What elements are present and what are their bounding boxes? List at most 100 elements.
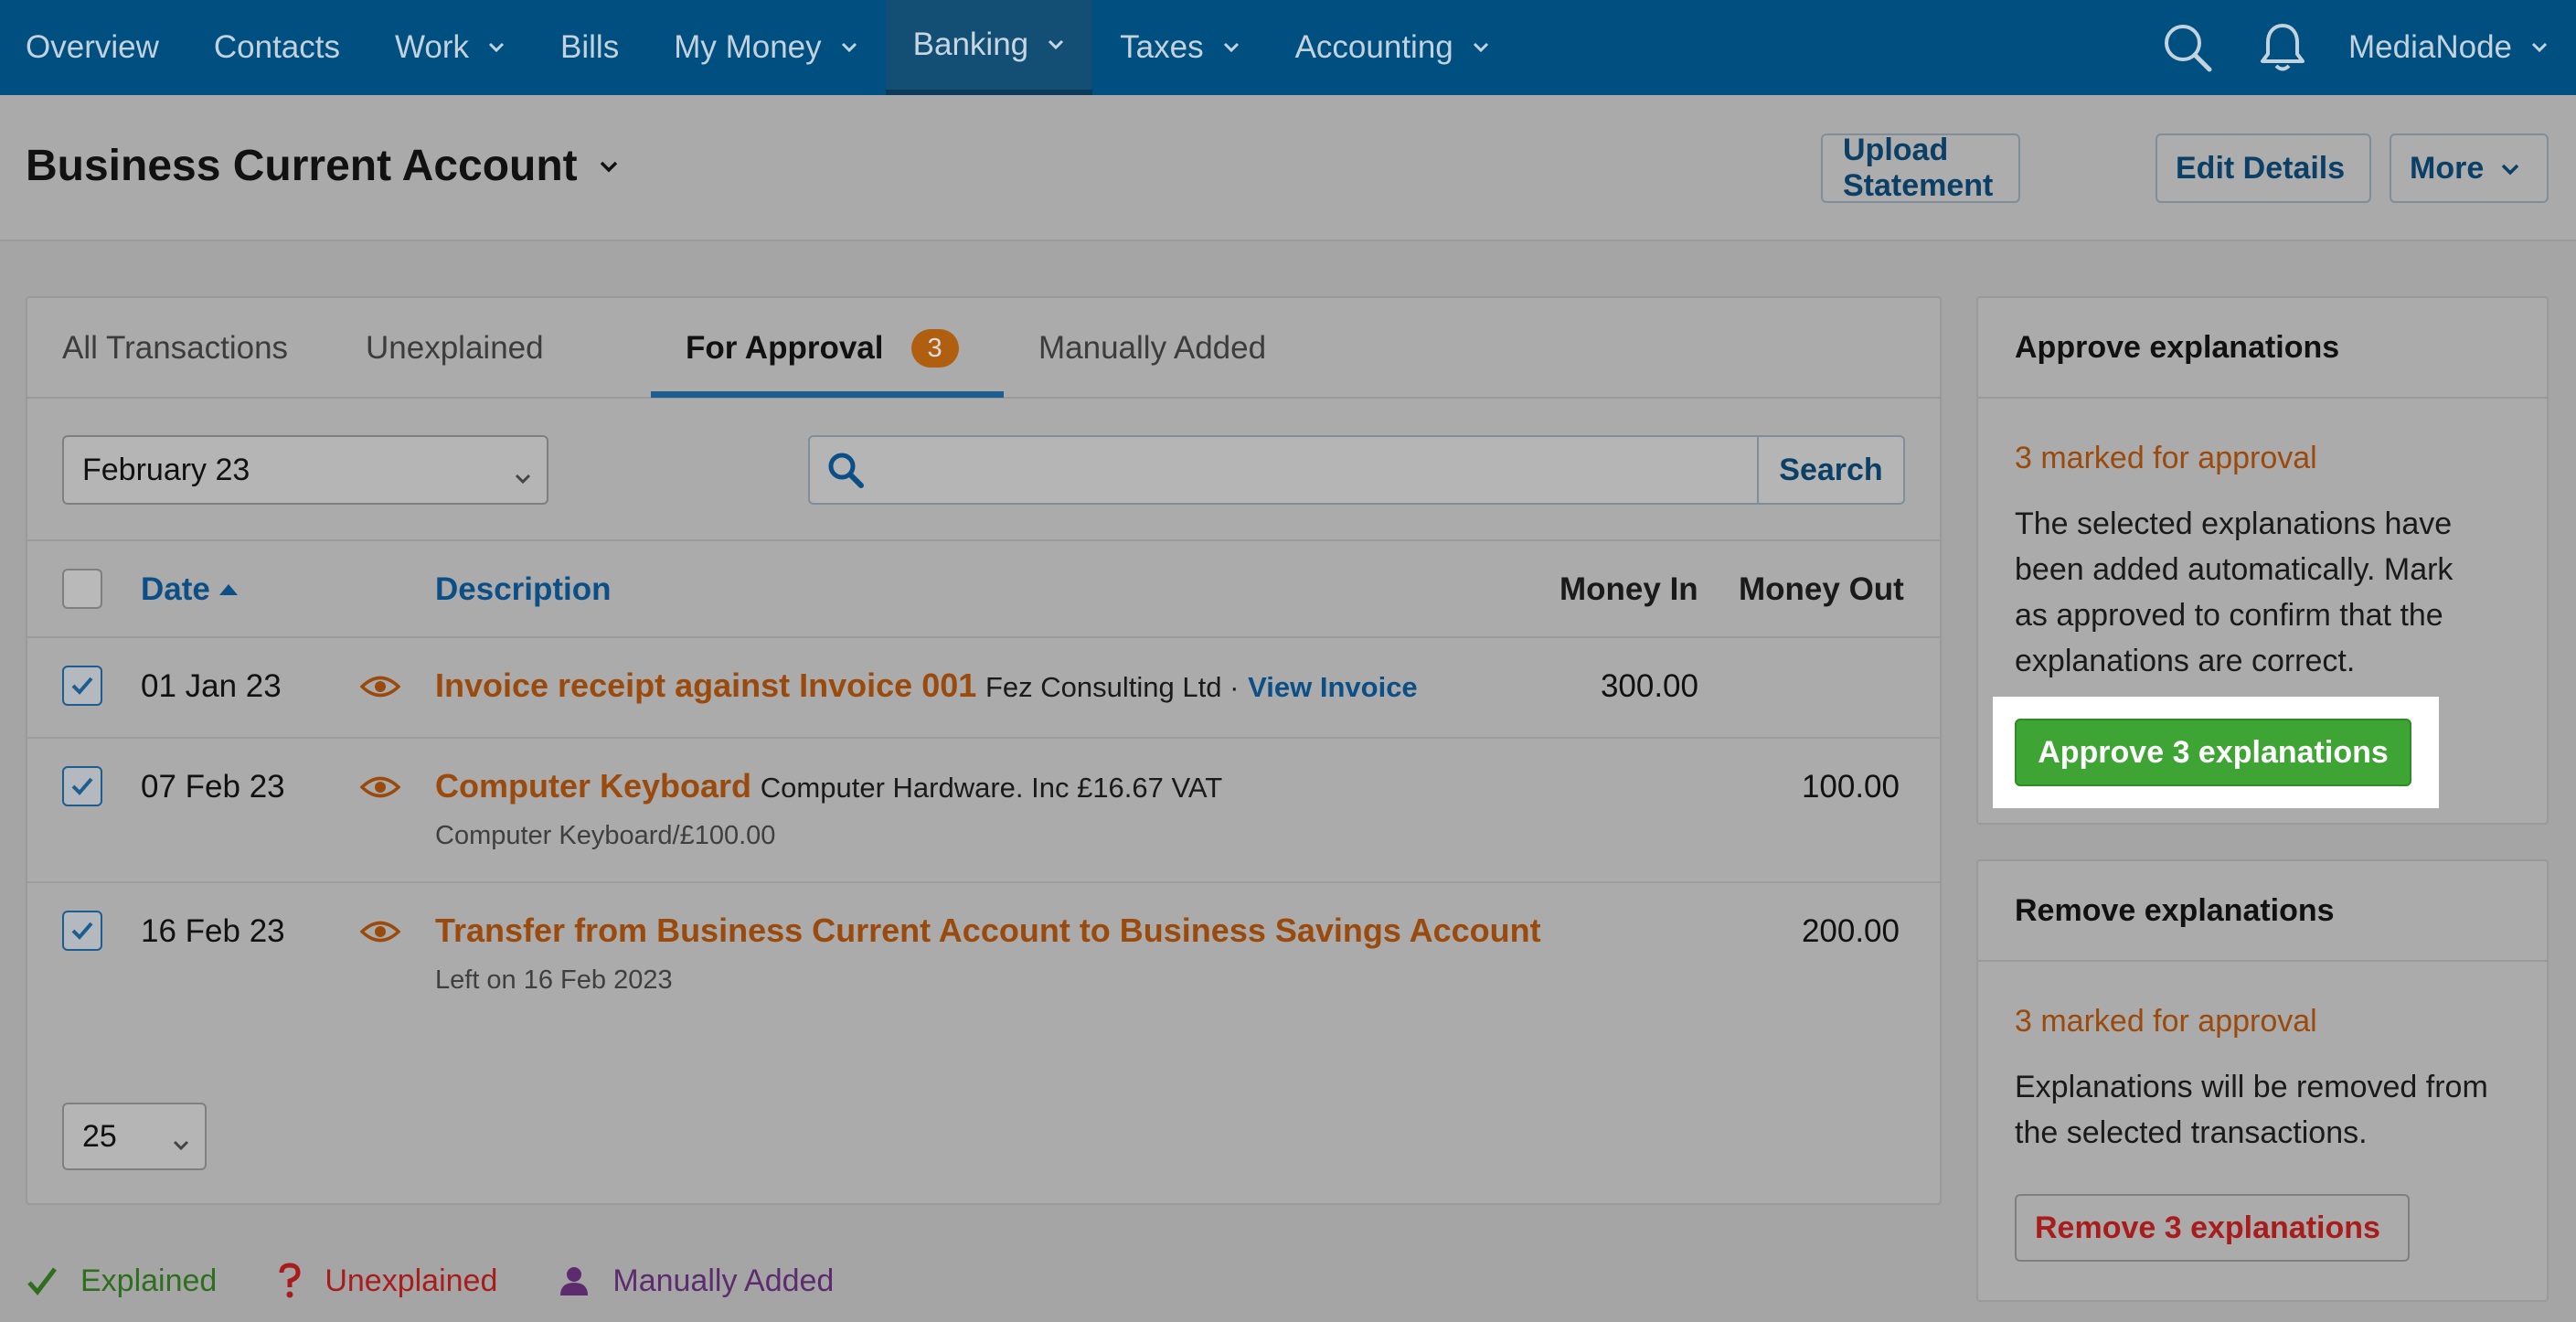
row-checkbox[interactable] bbox=[62, 766, 102, 806]
transactions-card: All Transactions Unexplained For Approva… bbox=[26, 296, 1942, 1205]
button-label: More bbox=[2410, 150, 2485, 186]
text-line: the selected transactions. bbox=[2015, 1115, 2368, 1150]
nav-bills[interactable]: Bills bbox=[533, 0, 646, 95]
search-box: Search bbox=[808, 435, 1905, 505]
approval-count-text: 3 marked for approval bbox=[2015, 441, 2317, 475]
eye-icon[interactable] bbox=[360, 673, 400, 700]
tab-unexplained[interactable]: Unexplained bbox=[366, 298, 544, 399]
column-label: Money In bbox=[1559, 571, 1698, 607]
money-in-value: 300.00 bbox=[1600, 668, 1698, 704]
chevron-down-icon bbox=[1047, 36, 1065, 54]
account-switcher[interactable]: Business Current Account bbox=[26, 141, 620, 191]
month-select[interactable]: February 23 bbox=[62, 435, 548, 505]
transaction-title-link[interactable]: Invoice receipt against Invoice 001 bbox=[435, 666, 976, 704]
transaction-meta: Computer Hardware. Inc £16.67 VAT bbox=[760, 772, 1223, 804]
row-description: Computer Keyboard Computer Hardware. Inc… bbox=[435, 767, 1222, 805]
user-menu[interactable]: MediaNode bbox=[2330, 29, 2576, 66]
text-line: been added automatically. Mark bbox=[2015, 552, 2454, 587]
money-out-value: 100.00 bbox=[1801, 769, 1900, 805]
transaction-title-link[interactable]: Computer Keyboard bbox=[435, 767, 751, 805]
more-button[interactable]: More bbox=[2390, 133, 2549, 203]
search-input[interactable] bbox=[881, 437, 1757, 503]
table-row[interactable]: 07 Feb 23 Computer Keyboard Computer Har… bbox=[27, 739, 1940, 883]
nav-overview[interactable]: Overview bbox=[0, 0, 186, 95]
nav-my-money[interactable]: My Money bbox=[646, 0, 885, 95]
top-nav: Overview Contacts Work Bills My Money Ba… bbox=[0, 0, 2576, 95]
question-mark-icon bbox=[279, 1263, 301, 1298]
active-tab-indicator bbox=[651, 391, 1004, 398]
chevron-down-icon bbox=[2530, 38, 2549, 57]
chevron-down-icon bbox=[1222, 38, 1240, 57]
chevron-down-icon bbox=[840, 38, 858, 57]
nav-right: MediaNode bbox=[2140, 0, 2576, 95]
row-checkbox[interactable] bbox=[62, 911, 102, 951]
eye-icon[interactable] bbox=[360, 773, 400, 801]
nav-label: Taxes bbox=[1120, 29, 1204, 65]
nav-taxes[interactable]: Taxes bbox=[1092, 0, 1267, 95]
legend-explained: Explained bbox=[26, 1263, 217, 1299]
upload-statement-button[interactable]: Upload Statement bbox=[1821, 133, 2020, 203]
nav-label: Banking bbox=[912, 27, 1029, 62]
table-row[interactable]: 16 Feb 23 Transfer from Business Current… bbox=[27, 883, 1940, 1020]
transaction-subline: Left on 16 Feb 2023 bbox=[435, 965, 673, 995]
panel-title: Approve explanations bbox=[1978, 298, 2547, 399]
nav-label: Work bbox=[395, 29, 470, 65]
chevron-down-icon bbox=[1472, 38, 1490, 57]
nav-banking[interactable]: Banking bbox=[885, 0, 1093, 95]
contact-name: Fez Consulting Ltd · bbox=[985, 671, 1240, 703]
search-icon[interactable] bbox=[2140, 0, 2235, 95]
row-checkbox[interactable] bbox=[62, 666, 102, 706]
button-label: Upload Statement bbox=[1843, 133, 1994, 203]
remove-panel: Remove explanations 3 marked for approva… bbox=[1976, 859, 2549, 1302]
approval-count-text: 3 marked for approval bbox=[2015, 1004, 2317, 1039]
tab-label: All Transactions bbox=[62, 330, 289, 366]
tab-label: For Approval bbox=[686, 330, 884, 366]
search-button[interactable]: Search bbox=[1757, 437, 1903, 503]
bell-icon[interactable] bbox=[2235, 0, 2330, 95]
approve-explanations-button[interactable]: Approve 3 explanations bbox=[2015, 719, 2411, 786]
transaction-tabs: All Transactions Unexplained For Approva… bbox=[27, 298, 1940, 399]
row-description: Transfer from Business Current Account t… bbox=[435, 912, 1541, 950]
nav-label: Contacts bbox=[213, 29, 340, 65]
select-all-checkbox[interactable] bbox=[62, 569, 102, 609]
nav-work[interactable]: Work bbox=[367, 0, 533, 95]
approve-description: The selected explanations have been adde… bbox=[2015, 501, 2527, 684]
nav-accounting[interactable]: Accounting bbox=[1268, 0, 1517, 95]
transaction-title-link[interactable]: Transfer from Business Current Account t… bbox=[435, 912, 1541, 949]
legend-label: Unexplained bbox=[325, 1263, 498, 1298]
tab-all-transactions[interactable]: All Transactions bbox=[62, 298, 288, 399]
money-out-value: 200.00 bbox=[1801, 913, 1900, 949]
per-page-select[interactable]: 25 bbox=[62, 1103, 207, 1170]
count-badge: 3 bbox=[910, 329, 959, 368]
page-title: Business Current Account bbox=[26, 142, 578, 190]
page-header: Business Current Account Upload Statemen… bbox=[0, 95, 2576, 241]
tab-for-approval[interactable]: For Approval 3 bbox=[686, 298, 959, 399]
button-label: Approve 3 explanations bbox=[2038, 734, 2389, 770]
table-header: Date Description Money In Money Out bbox=[27, 539, 1940, 638]
chevron-down-icon bbox=[514, 461, 532, 485]
checkmark-icon bbox=[27, 1267, 57, 1295]
sort-description[interactable]: Description bbox=[435, 541, 612, 638]
sort-date[interactable]: Date bbox=[141, 541, 240, 638]
column-label: Date bbox=[141, 571, 210, 607]
chevron-down-icon bbox=[2500, 159, 2519, 177]
button-label: Search bbox=[1779, 452, 1883, 487]
row-description: Invoice receipt against Invoice 001 Fez … bbox=[435, 666, 1418, 705]
nav-label: My Money bbox=[674, 29, 822, 65]
column-label: Money Out bbox=[1739, 571, 1904, 607]
button-label: Remove 3 explanations bbox=[2035, 1210, 2380, 1245]
nav-label: Bills bbox=[560, 29, 620, 65]
remove-explanations-button[interactable]: Remove 3 explanations bbox=[2015, 1194, 2410, 1262]
text-line: as approved to confirm that the bbox=[2015, 598, 2443, 633]
table-row[interactable]: 01 Jan 23 Invoice receipt against Invoic… bbox=[27, 638, 1940, 739]
tab-manually-added[interactable]: Manually Added bbox=[1038, 298, 1266, 399]
eye-icon[interactable] bbox=[360, 918, 400, 945]
edit-details-button[interactable]: Edit Details bbox=[2156, 133, 2371, 203]
legend-label: Manually Added bbox=[612, 1263, 835, 1298]
transaction-subline: Computer Keyboard/£100.00 bbox=[435, 821, 776, 850]
row-date: 07 Feb 23 bbox=[141, 769, 285, 805]
nav-contacts[interactable]: Contacts bbox=[186, 0, 367, 95]
view-invoice-link[interactable]: View Invoice bbox=[1248, 671, 1418, 703]
sort-ascending-icon bbox=[218, 584, 238, 595]
money-in-header: Money In bbox=[1559, 541, 1698, 638]
